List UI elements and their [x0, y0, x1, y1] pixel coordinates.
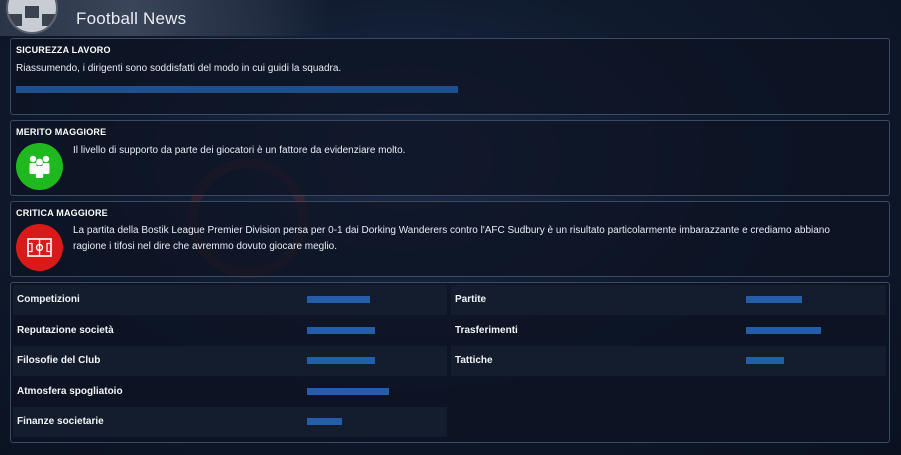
stat-label: Partite [455, 294, 487, 305]
stat-bar [746, 327, 821, 334]
biggest-criticism-panel: CRITICA MAGGIORE La partita della Bostik… [10, 201, 890, 277]
job-security-panel: SICUREZZA LAVORO Riassumendo, i dirigent… [10, 38, 890, 115]
players-icon [16, 143, 63, 190]
stat-label: Atmosfera spogliatoio [17, 386, 123, 397]
stat-row-club-finances: Finanze societarie [13, 407, 447, 437]
stat-bar [307, 388, 389, 395]
pitch-icon [16, 224, 63, 271]
biggest-merit-title: MERITO MAGGIORE [16, 127, 107, 137]
page-title: Football News [76, 9, 187, 28]
stat-row-dressing-room: Atmosfera spogliatoio [13, 377, 447, 407]
stat-label: Finanze societarie [17, 416, 104, 427]
stat-row-club-philosophies: Filosofie del Club [13, 346, 447, 376]
stat-label: Trasferimenti [455, 325, 518, 336]
stat-bar [746, 357, 784, 364]
football-icon [6, 0, 58, 34]
stat-row-tactics: Tattiche [451, 346, 886, 376]
stat-bar [307, 296, 370, 303]
stat-row-competitions: Competizioni [13, 285, 447, 315]
stats-panel: Competizioni Reputazione società Filosof… [10, 282, 890, 443]
job-security-text: Riassumendo, i dirigenti sono soddisfatt… [16, 63, 342, 74]
stat-bar [307, 418, 342, 425]
biggest-merit-panel: MERITO MAGGIORE Il livello di supporto d… [10, 120, 890, 196]
biggest-criticism-text-line2: ragione i tifosi nel dire che avremmo do… [73, 241, 338, 252]
header-bar: Football News [0, 0, 330, 36]
job-security-title: SICUREZZA LAVORO [16, 45, 111, 55]
job-security-progress [16, 86, 458, 93]
stat-bar [307, 327, 375, 334]
biggest-criticism-text-line1: La partita della Bostik League Premier D… [73, 225, 830, 236]
stat-bar [746, 296, 802, 303]
biggest-merit-text: Il livello di supporto da parte dei gioc… [73, 145, 406, 156]
stat-label: Tattiche [455, 355, 493, 366]
stat-label: Filosofie del Club [17, 355, 101, 366]
stat-label: Competizioni [17, 294, 80, 305]
stat-label: Reputazione società [17, 325, 114, 336]
stat-bar [307, 357, 375, 364]
stat-row-transfers: Trasferimenti [451, 316, 886, 346]
stat-row-club-reputation: Reputazione società [13, 316, 447, 346]
biggest-criticism-title: CRITICA MAGGIORE [16, 208, 108, 218]
stat-row-matches: Partite [451, 285, 886, 315]
